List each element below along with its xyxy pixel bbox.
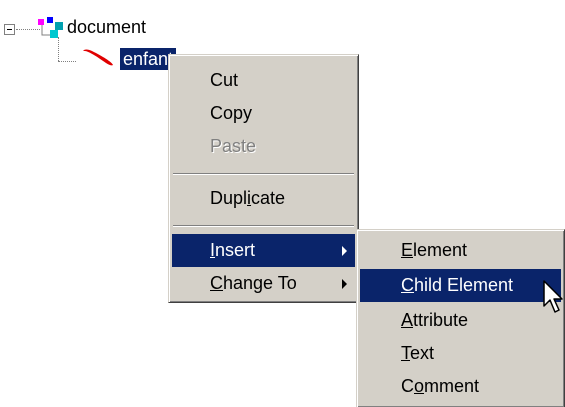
- submenu-arrow-icon: [342, 246, 347, 256]
- menu-item-mnemonic: C: [210, 273, 223, 293]
- tree-collapse-icon[interactable]: [4, 24, 15, 35]
- menu-item-label: Dupl: [210, 188, 248, 208]
- menu-item-mnemonic: o: [414, 376, 425, 396]
- context-menu: Cut Copy Paste Duplicate Insert Change T…: [168, 54, 359, 303]
- menu-item-label: cate: [251, 188, 286, 208]
- submenu-item-element[interactable]: Element: [360, 234, 561, 267]
- menu-item-label: C: [401, 376, 414, 396]
- insert-submenu: Element Child Element Attribute Text Com…: [356, 229, 565, 407]
- menu-item-label: ext: [410, 343, 435, 363]
- tree-connector: [58, 61, 76, 62]
- mouse-pointer-icon: [543, 280, 563, 313]
- submenu-item-child-element[interactable]: Child Element: [360, 269, 561, 302]
- submenu-item-comment[interactable]: Comment: [360, 370, 561, 403]
- submenu-item-attribute[interactable]: Attribute: [360, 304, 561, 337]
- menu-item-mnemonic: T: [401, 343, 410, 363]
- menu-item-mnemonic: C: [401, 275, 414, 295]
- element-node-icon: [83, 49, 113, 66]
- menu-item-label: Paste: [210, 136, 257, 156]
- tree-connector: [16, 29, 40, 30]
- menu-item-label: ttribute: [413, 310, 469, 330]
- menu-item-change-to[interactable]: Change To: [172, 267, 355, 300]
- menu-separator: [173, 225, 354, 227]
- tree-connector: [58, 37, 59, 61]
- submenu-item-text[interactable]: Text: [360, 337, 561, 370]
- document-node-icon: [38, 17, 63, 38]
- menu-item-cut[interactable]: Cut: [172, 64, 355, 97]
- menu-item-copy[interactable]: Copy: [172, 97, 355, 130]
- menu-item-label: lement: [413, 240, 468, 260]
- menu-item-mnemonic: E: [401, 240, 414, 260]
- menu-item-mnemonic: A: [401, 310, 414, 330]
- menu-item-duplicate[interactable]: Duplicate: [172, 182, 355, 215]
- menu-item-label: hild Element: [414, 275, 514, 295]
- tree-node-document[interactable]: document: [67, 15, 146, 39]
- menu-item-label: nsert: [215, 240, 256, 260]
- menu-item-label: hange To: [223, 273, 297, 293]
- menu-item-insert[interactable]: Insert: [172, 234, 355, 267]
- xml-tree-view: document enfant Cut Copy Paste Duplicate…: [0, 0, 565, 407]
- menu-item-label: mment: [424, 376, 480, 396]
- menu-item-label: Cut: [210, 70, 239, 90]
- menu-separator: [173, 173, 354, 175]
- submenu-arrow-icon: [342, 279, 347, 289]
- menu-item-paste: Paste: [172, 130, 355, 163]
- menu-item-label: Copy: [210, 103, 253, 123]
